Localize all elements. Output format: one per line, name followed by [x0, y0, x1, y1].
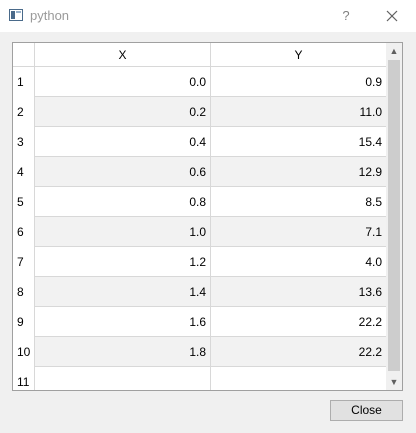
cell-y[interactable]: 11.0	[211, 97, 387, 127]
vertical-scrollbar[interactable]: ▲ ▼	[386, 43, 402, 390]
scroll-thumb[interactable]	[388, 60, 400, 371]
cell-y[interactable]: 15.4	[211, 127, 387, 157]
row-header[interactable]: 8	[13, 277, 35, 307]
cell-y[interactable]: 8.5	[211, 187, 387, 217]
table-row[interactable]: 11	[13, 367, 387, 390]
cell-x[interactable]: 1.8	[35, 337, 211, 367]
cell-y[interactable]: 7.1	[211, 217, 387, 247]
row-header[interactable]: 7	[13, 247, 35, 277]
cell-x[interactable]: 1.6	[35, 307, 211, 337]
cell-x[interactable]	[35, 367, 211, 390]
help-button[interactable]: ?	[334, 4, 358, 28]
close-icon[interactable]	[380, 4, 404, 28]
row-header[interactable]: 10	[13, 337, 35, 367]
cell-x[interactable]: 1.4	[35, 277, 211, 307]
row-header[interactable]: 2	[13, 97, 35, 127]
table-row[interactable]: 3 0.4 15.4	[13, 127, 387, 157]
row-header[interactable]: 4	[13, 157, 35, 187]
column-header-x[interactable]: X	[35, 43, 211, 67]
table-row[interactable]: 8 1.4 13.6	[13, 277, 387, 307]
table-row[interactable]: 10 1.8 22.2	[13, 337, 387, 367]
table-corner[interactable]	[13, 43, 35, 67]
row-header[interactable]: 6	[13, 217, 35, 247]
cell-x[interactable]: 0.2	[35, 97, 211, 127]
table-row[interactable]: 7 1.2 4.0	[13, 247, 387, 277]
title-bar: python ?	[0, 0, 416, 32]
cell-x[interactable]: 1.0	[35, 217, 211, 247]
table-body: 1 0.0 0.9 2 0.2 11.0 3 0.4 15.4 4 0.6 12.9 5 0.8 8.5 6 1…	[13, 67, 387, 390]
row-header[interactable]: 3	[13, 127, 35, 157]
cell-x[interactable]: 0.4	[35, 127, 211, 157]
table-row[interactable]: 4 0.6 12.9	[13, 157, 387, 187]
table-row[interactable]: 2 0.2 11.0	[13, 97, 387, 127]
cell-x[interactable]: 1.2	[35, 247, 211, 277]
table-row[interactable]: 5 0.8 8.5	[13, 187, 387, 217]
cell-x[interactable]: 0.0	[35, 67, 211, 97]
cell-y[interactable]	[211, 367, 387, 390]
row-header[interactable]: 11	[13, 367, 35, 390]
cell-y[interactable]: 12.9	[211, 157, 387, 187]
cell-y[interactable]: 22.2	[211, 337, 387, 367]
table-row[interactable]: 6 1.0 7.1	[13, 217, 387, 247]
window-icon	[9, 9, 23, 21]
window-title: python	[30, 8, 70, 23]
table-row[interactable]: 1 0.0 0.9	[13, 67, 387, 97]
cell-y[interactable]: 0.9	[211, 67, 387, 97]
close-button[interactable]: Close	[330, 400, 403, 421]
cell-x[interactable]: 0.8	[35, 187, 211, 217]
scroll-down-icon[interactable]: ▼	[386, 374, 402, 390]
row-header[interactable]: 5	[13, 187, 35, 217]
column-header-y[interactable]: Y	[211, 43, 387, 67]
data-table[interactable]: X Y 1 0.0 0.9 2 0.2 11.0 3 0.4 15.4 4 0.6 12.9 5 0.8 8…	[12, 42, 403, 391]
cell-y[interactable]: 22.2	[211, 307, 387, 337]
table-row[interactable]: 9 1.6 22.2	[13, 307, 387, 337]
cell-y[interactable]: 13.6	[211, 277, 387, 307]
row-header[interactable]: 9	[13, 307, 35, 337]
row-header[interactable]: 1	[13, 67, 35, 97]
scroll-up-icon[interactable]: ▲	[386, 43, 402, 59]
cell-x[interactable]: 0.6	[35, 157, 211, 187]
cell-y[interactable]: 4.0	[211, 247, 387, 277]
